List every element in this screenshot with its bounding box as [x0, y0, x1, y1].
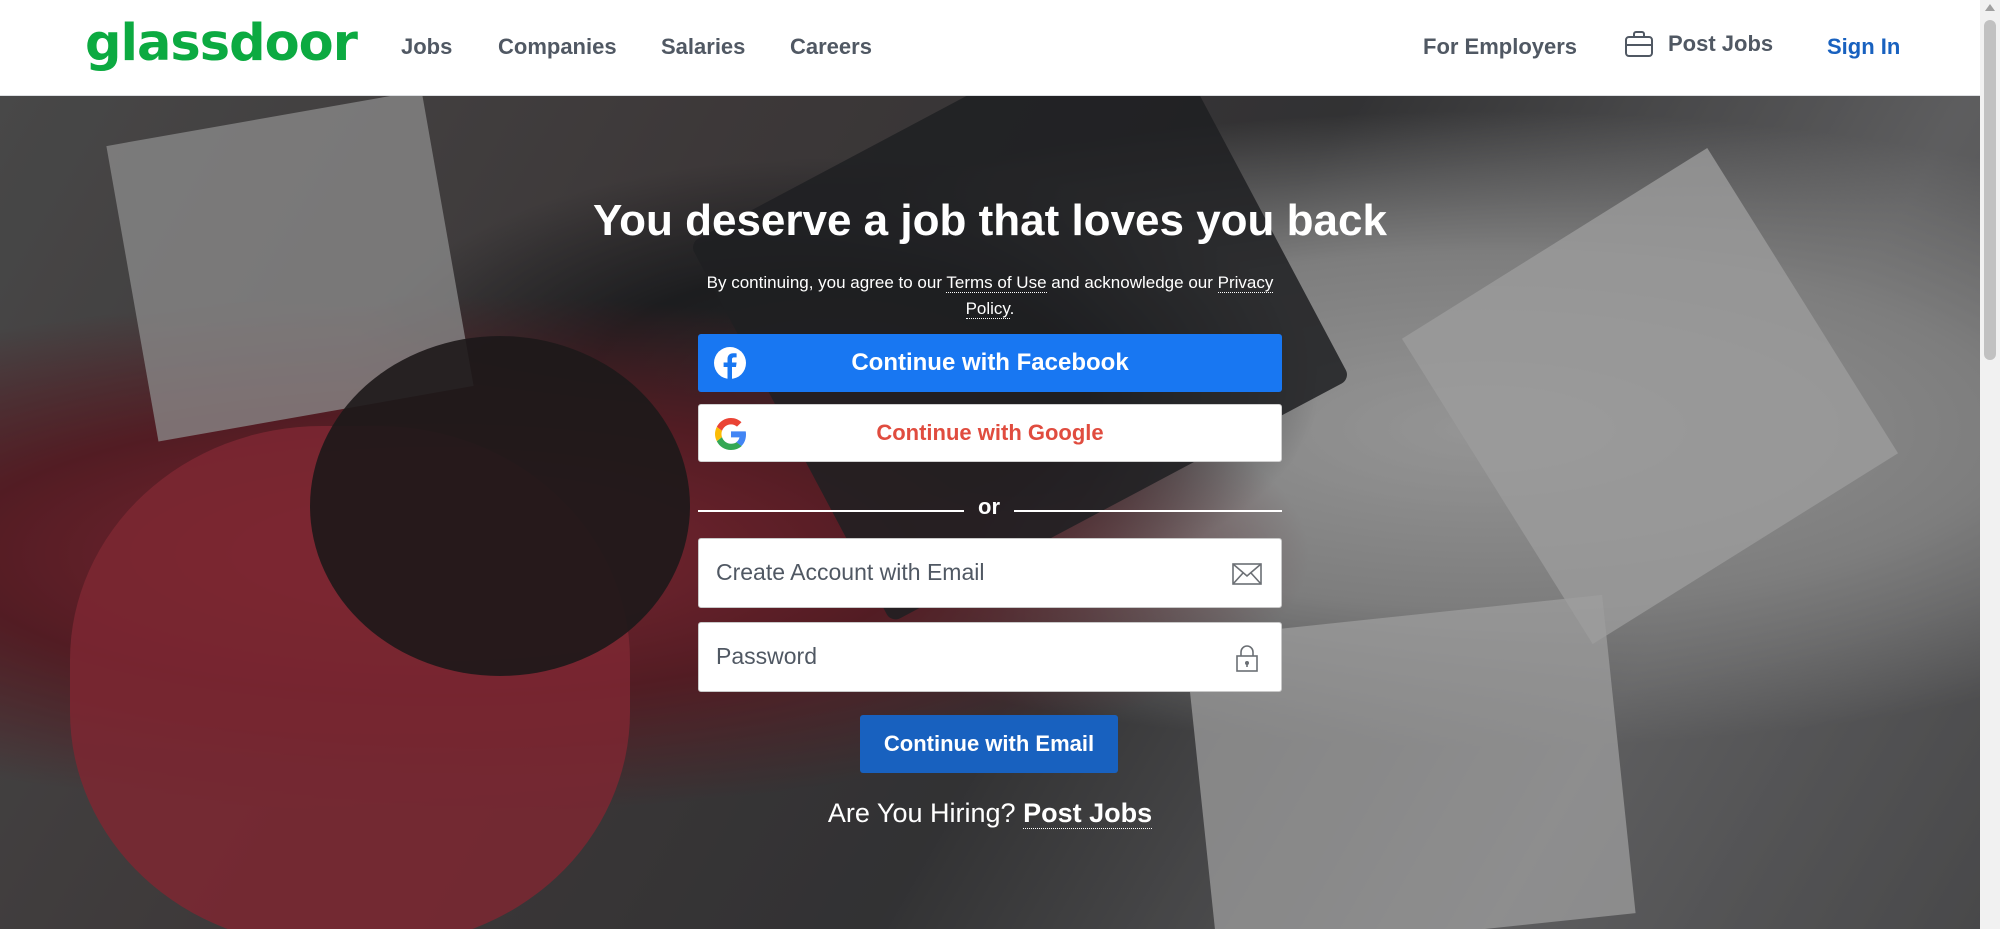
- password-input[interactable]: [699, 623, 1186, 689]
- nav-jobs[interactable]: Jobs: [401, 34, 452, 60]
- email-input[interactable]: [699, 539, 1186, 605]
- scroll-up-arrow-icon[interactable]: [1985, 4, 1995, 11]
- post-jobs-label: Post Jobs: [1668, 31, 1774, 56]
- facebook-button-label: Continue with Facebook: [851, 349, 1129, 376]
- glassdoor-logo[interactable]: glassdoor: [85, 14, 358, 73]
- password-field[interactable]: [698, 622, 1282, 692]
- divider-left: [698, 510, 964, 512]
- scrollbar-thumb[interactable]: [1984, 20, 1996, 360]
- nav-salaries[interactable]: Salaries: [661, 34, 745, 60]
- terms-prefix: By continuing, you agree to our: [706, 273, 947, 292]
- or-separator: or: [978, 494, 1000, 519]
- lock-icon: [1236, 645, 1258, 672]
- continue-with-facebook-button[interactable]: Continue with Facebook: [698, 334, 1282, 392]
- terms-of-use-link[interactable]: Terms of Use: [946, 273, 1047, 293]
- hero-post-jobs-link[interactable]: Post Jobs: [1023, 798, 1153, 829]
- hero-title: You deserve a job that loves you back: [593, 196, 1387, 245]
- google-icon: [715, 418, 746, 450]
- continue-with-email-button[interactable]: Continue with Email: [860, 715, 1118, 773]
- briefcase-icon: [1625, 31, 1653, 57]
- nav-companies[interactable]: Companies: [498, 34, 617, 60]
- email-field[interactable]: [698, 538, 1282, 608]
- google-button-label: Continue with Google: [876, 420, 1104, 445]
- facebook-icon: [714, 347, 746, 379]
- page-scrollbar[interactable]: [1980, 0, 2000, 929]
- envelope-icon: [1232, 563, 1262, 585]
- hiring-prompt: Are You Hiring? Post Jobs: [0, 798, 1980, 829]
- sign-in-link[interactable]: Sign In: [1827, 34, 1900, 60]
- post-jobs-link[interactable]: Post Jobs: [1624, 30, 1773, 58]
- hiring-question: Are You Hiring?: [827, 798, 1016, 828]
- divider-right: [1014, 510, 1282, 512]
- nav-careers[interactable]: Careers: [790, 34, 872, 60]
- terms-middle: and acknowledge our: [1046, 273, 1218, 292]
- continue-with-google-button[interactable]: Continue with Google: [698, 404, 1282, 462]
- terms-notice: By continuing, you agree to our Terms of…: [700, 270, 1280, 322]
- for-employers-link[interactable]: For Employers: [1423, 34, 1577, 60]
- site-header: glassdoor Jobs Companies Salaries Career…: [0, 0, 1980, 96]
- terms-suffix: .: [1009, 299, 1015, 318]
